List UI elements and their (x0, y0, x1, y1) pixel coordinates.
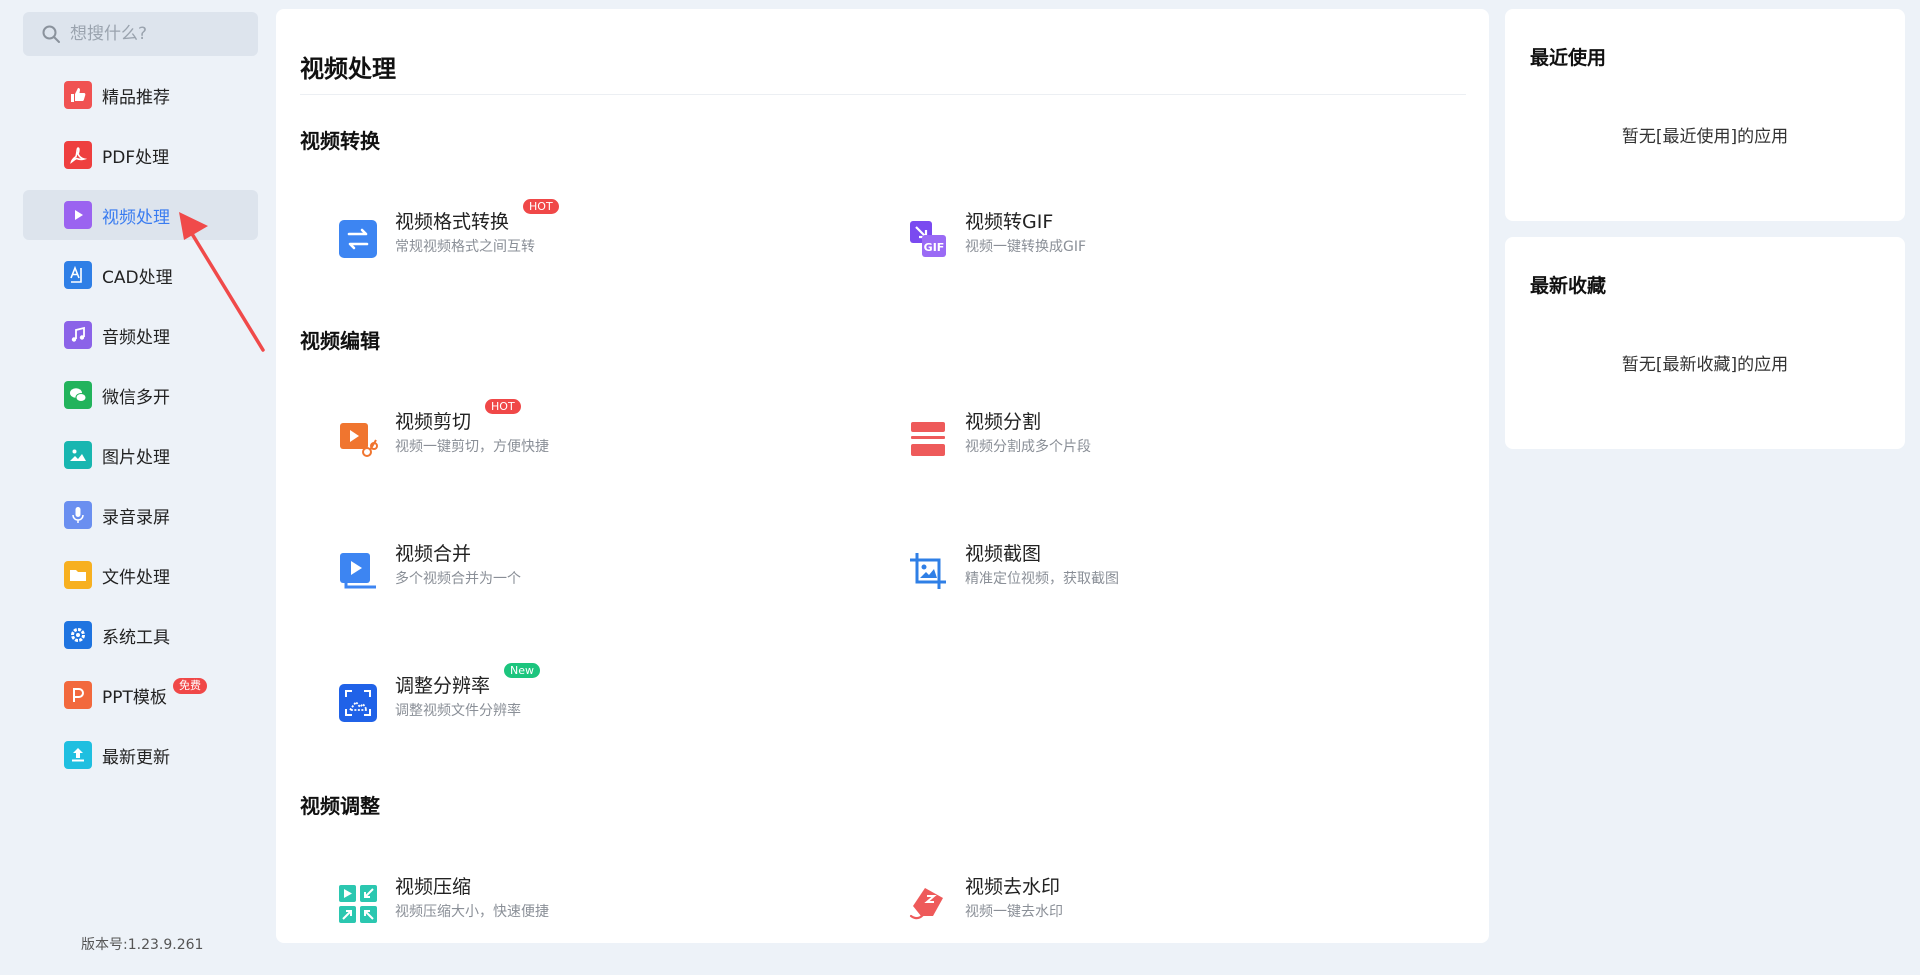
sidebar-item-files[interactable]: 文件处理 (23, 550, 258, 600)
sidebar-item-label: 图片处理 (102, 447, 170, 468)
sidebar-item-label: 音频处理 (102, 327, 170, 348)
tool-adjust-resolution[interactable]: 调整分辨率 New 调整视频文件分辨率 (338, 663, 758, 733)
tool-desc: 精准定位视频，获取截图 (965, 571, 1119, 587)
tool-name: 视频分割 (965, 411, 1042, 433)
tool-name: 视频转GIF (965, 211, 1054, 233)
tool-video-split[interactable]: 视频分割 视频分割成多个片段 (908, 409, 1328, 469)
sidebar-item-system[interactable]: 系统工具 (23, 610, 258, 660)
empty-message: 暂无[最近使用]的应用 (1621, 127, 1789, 147)
search-icon (42, 25, 60, 43)
tool-video-format-convert[interactable]: 视频格式转换 HOT 常规视频格式之间互转 (338, 199, 758, 269)
compress-icon (338, 884, 378, 924)
section-title: 视频编辑 (300, 329, 380, 353)
tool-video-merge[interactable]: 视频合并 多个视频合并为一个 (338, 541, 758, 601)
search-input[interactable] (70, 24, 240, 44)
sidebar-item-recording[interactable]: 录音录屏 (23, 490, 258, 540)
new-badge: New (504, 663, 541, 678)
sidebar-item-label: 视频处理 (102, 207, 170, 228)
folder-icon (64, 561, 92, 589)
sidebar-item-label: 微信多开 (102, 387, 170, 408)
hot-badge: HOT (523, 199, 559, 214)
tool-desc: 多个视频合并为一个 (395, 571, 521, 587)
resolution-icon (338, 683, 378, 723)
title-divider (300, 94, 1466, 95)
empty-message: 暂无[最新收藏]的应用 (1621, 355, 1789, 375)
tool-video-compress[interactable]: 视频压缩 视频压缩大小，快速便捷 (338, 874, 758, 934)
image-icon (64, 441, 92, 469)
merge-icon (338, 551, 378, 591)
tool-name: 视频压缩 (395, 876, 472, 898)
favorites-panel: 最新收藏 暂无[最新收藏]的应用 (1505, 237, 1905, 449)
tool-video-remove-watermark[interactable]: 视频去水印 视频一键去水印 (908, 874, 1328, 934)
sidebar: 精品推荐 PDF处理 视频处理 CAD处理 音频处理 (0, 0, 272, 975)
wechat-icon (64, 381, 92, 409)
music-note-icon (64, 321, 92, 349)
cad-icon (64, 261, 92, 289)
gear-icon (64, 621, 92, 649)
sidebar-item-cad[interactable]: CAD处理 (23, 250, 258, 300)
section-title: 视频调整 (300, 794, 380, 818)
sidebar-item-label: CAD处理 (102, 267, 173, 288)
version-label: 版本号:1.23.9.261 (81, 937, 204, 953)
tool-name: 视频去水印 (965, 876, 1061, 898)
search-box[interactable] (23, 12, 258, 56)
sidebar-nav: 精品推荐 PDF处理 视频处理 CAD处理 音频处理 微信多开 图片处理 录音录… (23, 70, 258, 790)
panel-title: 最近使用 (1530, 47, 1607, 69)
tool-video-screenshot[interactable]: 视频截图 精准定位视频，获取截图 (908, 541, 1328, 601)
tool-video-to-gif[interactable]: GIF 视频转GIF 视频一键转换成GIF (908, 209, 1328, 269)
tool-desc: 视频压缩大小，快速便捷 (395, 904, 549, 920)
tool-video-cut[interactable]: 视频剪切 HOT 视频一键剪切，方便快捷 (338, 399, 758, 469)
video-cut-icon (338, 419, 378, 459)
tool-desc: 视频一键剪切，方便快捷 (395, 439, 549, 455)
tool-desc: 视频一键转换成GIF (965, 239, 1087, 255)
upload-icon (64, 741, 92, 769)
tool-desc: 常规视频格式之间互转 (395, 239, 535, 255)
microphone-icon (64, 501, 92, 529)
section-title: 视频转换 (300, 129, 380, 153)
main-content: 视频处理 视频转换 视频格式转换 HOT 常规视频格式之间互转 GIF 视频转GI… (276, 9, 1489, 943)
sidebar-item-label: PPT模板 (102, 687, 167, 708)
recent-panel: 最近使用 暂无[最近使用]的应用 (1505, 9, 1905, 221)
sidebar-item-updates[interactable]: 最新更新 (23, 730, 258, 780)
tool-name: 视频合并 (395, 543, 472, 565)
gif-icon: GIF (908, 219, 948, 259)
tool-name: 视频截图 (965, 543, 1042, 565)
sidebar-item-image[interactable]: 图片处理 (23, 430, 258, 480)
sidebar-item-label: 录音录屏 (102, 507, 170, 528)
ppt-icon (64, 681, 92, 709)
sidebar-item-wechat[interactable]: 微信多开 (23, 370, 258, 420)
tool-desc: 视频一键去水印 (965, 904, 1063, 920)
svg-text:GIF: GIF (924, 241, 945, 254)
tool-name: 视频格式转换 (395, 211, 510, 233)
sidebar-item-featured[interactable]: 精品推荐 (23, 70, 258, 120)
panel-title: 最新收藏 (1530, 275, 1607, 297)
split-icon (908, 419, 948, 459)
tool-desc: 调整视频文件分辨率 (395, 703, 521, 719)
sidebar-item-audio[interactable]: 音频处理 (23, 310, 258, 360)
crop-image-icon (908, 551, 948, 591)
tool-name: 视频剪切 (395, 411, 472, 433)
sidebar-item-video[interactable]: 视频处理 (23, 190, 258, 240)
convert-arrows-icon (338, 219, 378, 259)
sidebar-item-label: 文件处理 (102, 567, 170, 588)
tool-name: 调整分辨率 (395, 675, 491, 697)
tool-desc: 视频分割成多个片段 (965, 439, 1091, 455)
sidebar-item-label: 精品推荐 (102, 87, 170, 108)
sidebar-item-ppt[interactable]: PPT模板 免费 (23, 670, 258, 720)
sidebar-item-label: 系统工具 (102, 627, 170, 648)
sidebar-item-label: PDF处理 (102, 147, 170, 168)
sidebar-item-label: 最新更新 (102, 747, 170, 768)
pdf-icon (64, 141, 92, 169)
play-icon (64, 201, 92, 229)
sidebar-item-pdf[interactable]: PDF处理 (23, 130, 258, 180)
page-title: 视频处理 (300, 55, 396, 83)
thumbs-up-icon (64, 81, 92, 109)
eraser-icon (908, 884, 948, 924)
free-badge: 免费 (173, 678, 207, 694)
hot-badge: HOT (485, 399, 521, 414)
